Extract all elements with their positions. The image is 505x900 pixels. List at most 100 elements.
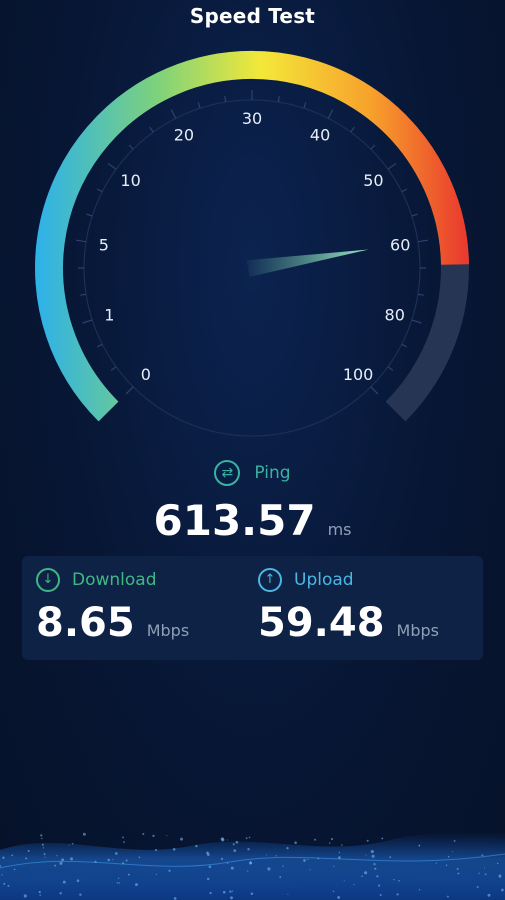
wave-particle xyxy=(286,847,289,850)
wave-particle xyxy=(478,872,480,874)
wave-particle xyxy=(27,849,30,852)
wave-particle xyxy=(456,867,459,870)
gauge-tick-mark xyxy=(327,109,334,119)
wave-particle xyxy=(333,865,335,867)
wave-particle xyxy=(68,844,70,846)
wave-particle xyxy=(41,837,43,840)
gauge-tick-label: 0 xyxy=(141,365,151,384)
wave-particle xyxy=(498,874,502,878)
wave-particle xyxy=(154,848,158,852)
wave-particle xyxy=(209,891,212,895)
wave-particle xyxy=(118,877,120,879)
wave-particle xyxy=(135,883,138,887)
download-label: Download xyxy=(72,570,157,590)
wave-particle xyxy=(230,896,233,900)
wave-particle xyxy=(447,855,450,858)
gauge-tick-mark xyxy=(417,293,424,296)
wave-particle xyxy=(245,837,248,840)
wave-particle xyxy=(82,832,86,836)
gauge-tick-mark xyxy=(350,126,355,133)
wave-particle xyxy=(499,876,501,879)
wave-particle xyxy=(381,837,384,840)
wave-particle xyxy=(374,867,377,870)
wave-particle xyxy=(282,865,284,867)
wave-particle xyxy=(366,839,369,842)
wave-particle xyxy=(220,857,224,860)
wave-particle xyxy=(43,853,46,856)
wave-particle xyxy=(303,859,306,862)
wave-particle xyxy=(248,836,251,839)
wave-particle xyxy=(275,855,277,857)
wave-particle xyxy=(206,877,210,881)
speed-test-screen: Speed Test 0 1 5 10 20 30 40 50 60 80 100 xyxy=(0,0,505,900)
wave-particle xyxy=(317,857,320,860)
results-card: ↓ Download 8.65 Mbps ↑ Upload 59.48 Mbps xyxy=(22,556,483,660)
wave-particle xyxy=(222,890,226,894)
wave-particle xyxy=(11,854,14,857)
wave-particle xyxy=(71,842,74,845)
gauge-tick-label: 60 xyxy=(390,236,410,255)
wave-particle xyxy=(23,894,27,898)
wave-particle xyxy=(107,858,110,862)
wave-particle xyxy=(226,839,228,841)
gauge-tick-label: 20 xyxy=(174,125,194,144)
wave-particle xyxy=(393,878,395,881)
wave-particle xyxy=(142,833,145,835)
wave-particle xyxy=(229,890,232,893)
wave-particle xyxy=(249,862,253,865)
wave-particle xyxy=(112,859,114,861)
gauge-tick-mark xyxy=(82,319,93,324)
gauge-tick-mark xyxy=(107,162,117,170)
wave-particle xyxy=(457,872,460,875)
wave-particle xyxy=(476,886,479,888)
wave-particle xyxy=(370,850,374,854)
download-value: 8.65 xyxy=(36,600,135,646)
wave-particle xyxy=(496,862,499,865)
wave-particle xyxy=(116,881,119,884)
gauge-tick-labels: 0 1 5 10 20 30 40 50 60 80 100 xyxy=(99,109,411,384)
gauge-tick-mark xyxy=(417,239,428,243)
wave-particle xyxy=(38,890,41,894)
wave-particle xyxy=(314,838,317,841)
gauge-tick-label: 30 xyxy=(242,109,262,128)
wave-particle xyxy=(40,834,43,837)
gauge-needle xyxy=(246,249,369,277)
wave-particle xyxy=(353,883,355,886)
wave-particle xyxy=(231,890,234,892)
gauge-tick-mark xyxy=(149,126,154,133)
wave-particle xyxy=(206,853,210,856)
ping-header: ⇄ Ping xyxy=(0,460,505,486)
wave-particle xyxy=(230,866,234,870)
gauge-tick-mark xyxy=(170,109,177,119)
wave-particle xyxy=(338,856,341,859)
swap-arrows-icon: ⇄ xyxy=(214,460,241,486)
ping-unit: ms xyxy=(327,520,352,539)
speed-gauge: 0 1 5 10 20 30 40 50 60 80 100 xyxy=(35,50,469,437)
gauge-tick-label: 5 xyxy=(99,236,109,255)
wave-particle xyxy=(307,858,309,860)
upload-unit: Mbps xyxy=(396,621,439,640)
wave-particle xyxy=(13,868,16,871)
gauge-tick-mark xyxy=(387,162,397,170)
wave-particle xyxy=(232,843,235,846)
gauge-tick-mark xyxy=(411,213,418,217)
arrow-down-circle-icon: ↓ xyxy=(36,568,60,592)
wave-particle xyxy=(338,851,340,854)
gauge-tick-label: 40 xyxy=(310,125,330,144)
wave-particle xyxy=(287,893,289,895)
wave-particle xyxy=(389,856,392,859)
ping-label: Ping xyxy=(254,463,291,483)
gauge-tick-label: 1 xyxy=(104,305,114,324)
gauge-tick-label: 80 xyxy=(385,305,405,324)
wave-particle xyxy=(173,897,177,900)
wave-particle xyxy=(180,837,183,841)
wave-particle xyxy=(364,871,368,875)
wave-particle xyxy=(94,860,97,863)
wave-particle xyxy=(56,855,58,857)
wave-particle xyxy=(69,857,74,861)
wave-particle xyxy=(379,894,382,896)
wave-particle xyxy=(484,873,487,876)
gauge-minor-ticks xyxy=(76,90,428,395)
ping-value: 613.57 xyxy=(153,496,316,545)
wave-particle xyxy=(343,880,345,882)
